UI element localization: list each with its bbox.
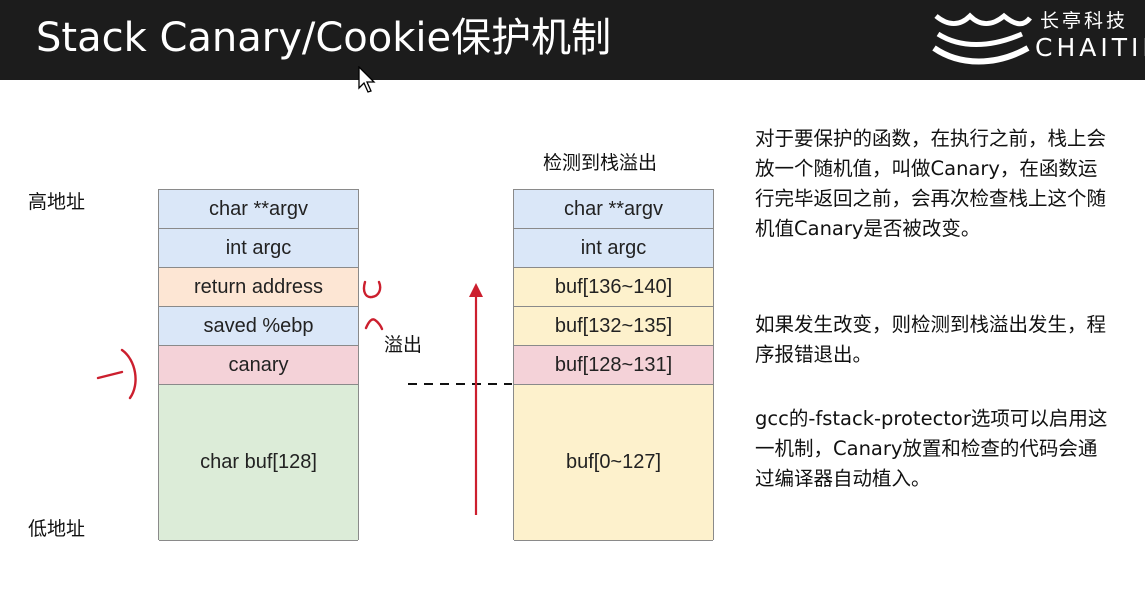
logo-english-text: CHAITIN xyxy=(1035,33,1145,62)
description-paragraph-2: 如果发生改变，则检测到栈溢出发生，程序报错退出。 xyxy=(755,310,1115,370)
right-stack-cell-buf-132-135: buf[132~135] xyxy=(514,307,713,346)
left-stack-cell-canary: canary xyxy=(159,346,358,385)
header-bar: Stack Canary/Cookie保护机制 长亭科技 CHAITIN xyxy=(0,0,1145,80)
left-stack-cell-argc: int argc xyxy=(159,229,358,268)
high-address-label: 高地址 xyxy=(28,191,86,213)
overflow-arrow-head-icon xyxy=(469,283,483,297)
overflowed-stack-diagram: char **argv int argc buf[136~140] buf[13… xyxy=(513,189,714,541)
description-paragraph-1: 对于要保护的函数，在执行之前，栈上会放一个随机值，叫做Canary，在函数运行完… xyxy=(755,124,1115,244)
logo-chinese-text: 长亭科技 xyxy=(1040,10,1129,32)
description-paragraph-3: gcc的-fstack-protector选项可以启用这一机制，Canary放置… xyxy=(755,404,1115,494)
description-text-3: gcc的-fstack-protector选项可以启用这一机制，Canary放置… xyxy=(755,407,1108,490)
stack-overflow-detected-title: 检测到栈溢出 xyxy=(543,152,658,174)
return-address-mark-icon xyxy=(362,280,382,299)
left-stack-cell-argv: char **argv xyxy=(159,190,358,229)
right-stack-cell-buf-136-140: buf[136~140] xyxy=(514,268,713,307)
canary-pointer-mark-icon xyxy=(96,348,137,400)
left-stack-cell-buffer: char buf[128] xyxy=(159,385,358,541)
left-stack-cell-saved-ebp: saved %ebp xyxy=(159,307,358,346)
normal-stack-diagram: char **argv int argc return address save… xyxy=(158,189,359,541)
left-stack-cell-return-address: return address xyxy=(159,268,358,307)
mouse-cursor-icon xyxy=(358,66,376,93)
right-stack-cell-buf-0-127: buf[0~127] xyxy=(514,385,713,541)
low-address-label: 低地址 xyxy=(28,518,86,540)
right-stack-cell-buf-128-131: buf[128~131] xyxy=(514,346,713,385)
saved-ebp-mark-icon xyxy=(364,318,384,331)
overflow-label: 溢出 xyxy=(384,334,423,356)
right-stack-cell-argv: char **argv xyxy=(514,190,713,229)
description-text-1: 对于要保护的函数，在执行之前，栈上会放一个随机值，叫做Canary，在函数运行完… xyxy=(755,127,1107,240)
description-text-2: 如果发生改变，则检测到栈溢出发生，程序报错退出。 xyxy=(755,313,1107,366)
right-stack-cell-argc: int argc xyxy=(514,229,713,268)
slide-title: Stack Canary/Cookie保护机制 xyxy=(36,15,612,61)
